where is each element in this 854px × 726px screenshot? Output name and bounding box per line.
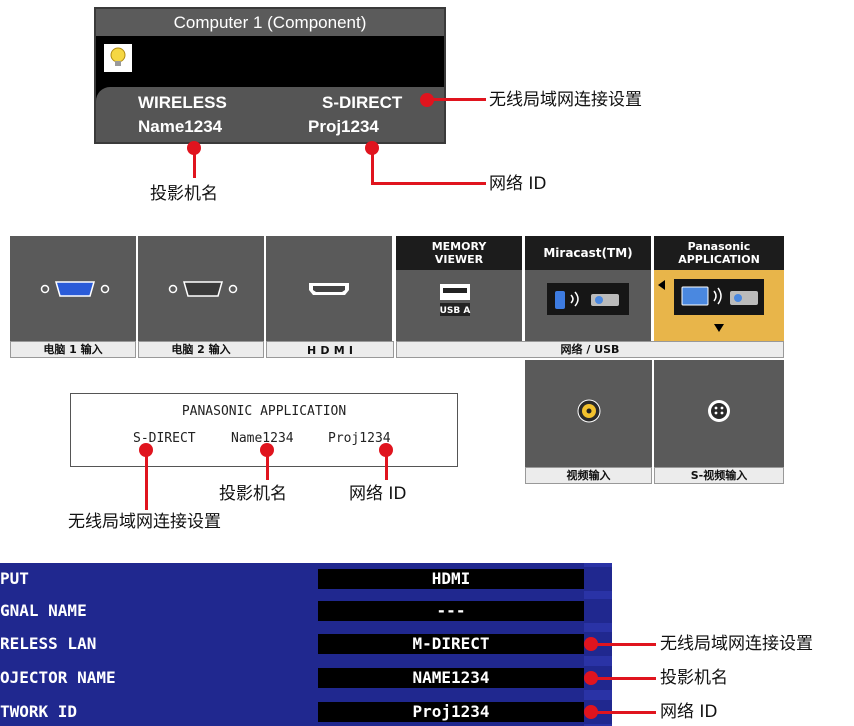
callout-line <box>594 643 656 646</box>
callout-network-id-2: 网络 ID <box>349 484 407 504</box>
input-label-computer1: 电脑 1 输入 <box>10 341 136 358</box>
svg-text:HDMI: HDMI <box>307 345 353 355</box>
projector-name-text: Name1234 <box>138 117 223 136</box>
tile-head: Panasonic APPLICATION <box>654 236 784 270</box>
callout-projector-name-3: 投影机名 <box>660 668 728 688</box>
row-value: NAME1234 <box>318 668 584 688</box>
hdmi-port-icon <box>309 283 349 295</box>
tile-head: MEMORY VIEWER <box>396 236 522 270</box>
callout-line <box>266 450 269 480</box>
input-tile-hdmi[interactable] <box>266 236 392 341</box>
input-tile-computer2[interactable] <box>138 236 264 341</box>
menu-row-projector-name: OJECTOR NAME NAME1234 <box>0 666 612 690</box>
row-value: M-DIRECT <box>318 634 584 654</box>
row-value: HDMI <box>318 569 584 589</box>
callout-line <box>193 148 196 178</box>
callout-network-id-3: 网络 ID <box>660 702 718 722</box>
menu-row-input: PUT HDMI <box>0 567 612 591</box>
row-value: --- <box>318 601 584 621</box>
projector-info-panel: Computer 1 (Component) WIRELESS S-DIRECT… <box>94 7 446 144</box>
connection-info: WIRELESS S-DIRECT Name1234 Proj1234 <box>96 87 444 142</box>
input-label-hdmi: HDMI <box>266 341 394 358</box>
callout-line <box>430 98 486 101</box>
menu-row-network-id: TWORK ID Proj1234 <box>0 700 612 724</box>
row-label: PUT <box>0 569 29 588</box>
tile-head: Miracast(TM) <box>525 236 651 270</box>
rca-port-icon <box>577 399 601 423</box>
lcd-title: PANASONIC APPLICATION <box>181 404 347 419</box>
arrow-left-icon <box>658 280 665 290</box>
row-label: RELESS LAN <box>0 634 97 653</box>
input-tile-miracast[interactable]: Miracast(TM) <box>525 236 651 341</box>
input-label-svideo: S-视频输入 <box>654 467 784 484</box>
callout-wireless-setting-3: 无线局域网连接设置 <box>660 634 813 654</box>
arrow-down-icon <box>714 324 724 332</box>
callout-line <box>594 677 656 680</box>
row-label: GNAL NAME <box>0 601 87 620</box>
menu-row-wireless-lan: RELESS LAN M-DIRECT <box>0 632 612 656</box>
input-tile-svideo[interactable] <box>654 360 784 467</box>
input-tile-video[interactable] <box>525 360 652 467</box>
callout-wireless-setting-2: 无线局域网连接设置 <box>68 512 221 532</box>
input-tile-computer1[interactable] <box>10 236 136 341</box>
hdmi-logo-icon: HDMI <box>307 344 353 357</box>
mode-text: WIRELESS <box>138 93 227 112</box>
row-label: OJECTOR NAME <box>0 668 116 687</box>
callout-line <box>371 182 486 185</box>
callout-projector-name: 投影机名 <box>150 184 218 204</box>
input-tile-panasonic-app[interactable]: Panasonic APPLICATION <box>654 236 784 341</box>
input-label-network-usb: 网络 / USB <box>396 341 784 358</box>
callout-line <box>594 711 656 714</box>
input-label-video: 视频输入 <box>525 467 652 484</box>
svideo-port-icon <box>708 400 730 422</box>
row-value: Proj1234 <box>318 702 584 722</box>
input-tile-memory-viewer[interactable]: MEMORY VIEWER USB A <box>396 236 522 341</box>
connection-text: S-DIRECT <box>322 93 403 112</box>
callout-projector-name-2: 投影机名 <box>219 484 287 504</box>
input-label-computer2: 电脑 2 输入 <box>138 341 264 358</box>
vga-port-icon <box>40 281 110 297</box>
callout-wireless-setting: 无线局域网连接设置 <box>489 90 642 110</box>
wireless-app-icon <box>674 279 764 315</box>
callout-line <box>145 450 148 510</box>
lightbulb-icon <box>104 44 132 72</box>
callout-line <box>371 148 374 184</box>
network-id-text: Proj1234 <box>308 117 379 136</box>
usb-sub-label: USB A <box>440 306 471 316</box>
callout-line <box>385 450 388 480</box>
panel-title: Computer 1 (Component) <box>96 9 444 36</box>
vga-port-icon <box>168 281 238 297</box>
miracast-icon <box>547 283 629 315</box>
row-label: TWORK ID <box>0 702 78 721</box>
callout-network-id: 网络 ID <box>489 174 547 194</box>
menu-row-signal-name: GNAL NAME --- <box>0 599 612 623</box>
usb-port-icon: USB A <box>440 284 471 316</box>
